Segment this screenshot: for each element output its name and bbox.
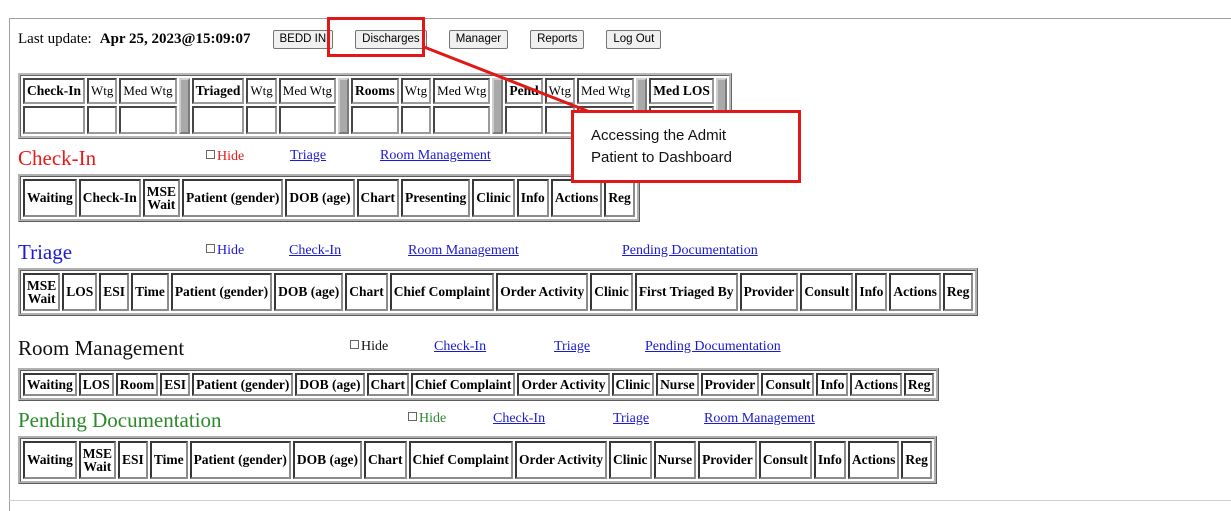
callout-line-2: Patient to Dashboard [591, 149, 732, 166]
callout-box: Accessing the Admit Patient to Dashboard [571, 110, 801, 183]
callout-arrow [423, 45, 591, 114]
callout-line-1: Accessing the Admit [591, 127, 727, 144]
